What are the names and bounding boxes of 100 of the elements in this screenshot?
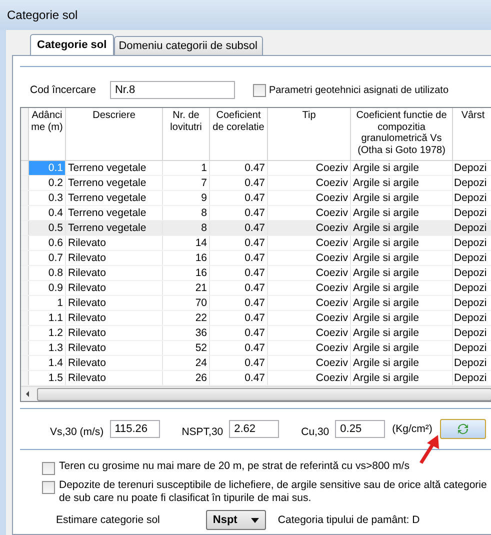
table-cell: Coeziv — [268, 251, 351, 265]
checkbox[interactable] — [42, 481, 55, 494]
column-header[interactable]: Nr. de lovitutri — [163, 108, 210, 160]
table-cell: 0.47 — [210, 191, 268, 205]
table-cell: 1.2 — [29, 326, 66, 340]
table-cell: Argile si argile — [351, 296, 453, 310]
dropdown[interactable]: Nspt — [206, 510, 266, 530]
table-cell: 8 — [163, 221, 210, 235]
refresh-icon — [456, 422, 470, 436]
row-header[interactable] — [21, 221, 29, 235]
refresh-button[interactable] — [440, 419, 486, 439]
tab[interactable]: Domeniu categorii de subsol — [114, 36, 262, 55]
row-header[interactable] — [21, 296, 29, 310]
row-header[interactable] — [21, 161, 29, 175]
table-cell: Depozi — [453, 341, 491, 355]
checkbox[interactable] — [252, 84, 266, 96]
row-header[interactable] — [21, 356, 29, 370]
table-cell: 22 — [163, 311, 210, 325]
checkbox-label: Parametri geotehnici asignati de utilizato — [268, 84, 448, 96]
row-header[interactable] — [21, 326, 29, 340]
table-cell: Depozi — [453, 236, 491, 250]
column-header[interactable]: Adânci me (m) — [29, 108, 66, 160]
table-cell: Rilevato — [66, 326, 163, 340]
table-cell: 21 — [163, 281, 210, 295]
table-cell: Terreno vegetale — [66, 176, 163, 190]
field-label: Estimare categorie sol — [56, 514, 160, 526]
table-cell: 26 — [163, 371, 210, 385]
table-cell: 0.47 — [210, 266, 268, 280]
table-cell: Argile si argile — [351, 176, 453, 190]
table-cell: Rilevato — [66, 356, 163, 370]
table-cell: Argile si argile — [351, 206, 453, 220]
table-cell: 0.47 — [210, 221, 268, 235]
row-header[interactable] — [21, 281, 29, 295]
table-cell: 0.47 — [210, 161, 268, 175]
table-cell: Depozi — [453, 266, 491, 280]
scrollbar-thumb[interactable] — [37, 388, 491, 400]
table-cell: Depozi — [453, 296, 491, 310]
table-cell: 14 — [163, 236, 210, 250]
table-cell: Rilevato — [66, 341, 163, 355]
table-cell: 0.47 — [210, 296, 268, 310]
horizontal-scrollbar[interactable] — [21, 386, 491, 401]
row-header[interactable] — [21, 311, 29, 325]
table-cell: 0.2 — [29, 176, 66, 190]
column-header[interactable]: Coeficient functie de compozitia granulometrică Vs (Otha si Goto 1978) — [351, 108, 453, 160]
scroll-left-icon[interactable] — [24, 390, 32, 398]
table-cell: 24 — [163, 356, 210, 370]
column-header[interactable]: Tip — [268, 108, 351, 160]
table-cell: Argile si argile — [351, 161, 453, 175]
row-header[interactable] — [21, 206, 29, 220]
table-cell: 1.1 — [29, 311, 66, 325]
table-cell: Coeziv — [268, 296, 351, 310]
row-header[interactable] — [21, 176, 29, 190]
table-cell: 7 — [163, 176, 210, 190]
column-header[interactable]: Coeficient de corelatie — [210, 108, 268, 160]
table-cell: 1 — [163, 161, 210, 175]
window-title: Categorie sol — [7, 8, 78, 22]
table-cell: Coeziv — [268, 176, 351, 190]
row-header[interactable] — [21, 108, 29, 160]
table-cell: Rilevato — [66, 266, 163, 280]
caret-icon — [250, 518, 259, 522]
table-cell: 0.7 — [29, 251, 66, 265]
table-cell: Depozi — [453, 176, 491, 190]
tab[interactable]: Categorie sol — [30, 34, 114, 55]
input-field[interactable]: 115.26 — [110, 420, 160, 438]
column-header[interactable]: Vârst — [453, 108, 491, 160]
table-cell: Rilevato — [66, 296, 163, 310]
table-cell: Depozi — [453, 206, 491, 220]
table-cell: 0.47 — [210, 281, 268, 295]
table-cell: Argile si argile — [351, 341, 453, 355]
table-cell: Terreno vegetale — [66, 191, 163, 205]
input-field[interactable]: Nr.8 — [110, 81, 235, 99]
checkbox[interactable] — [42, 462, 55, 475]
table-cell: Rilevato — [66, 251, 163, 265]
table-cell: 0.8 — [29, 266, 66, 280]
row-header[interactable] — [21, 251, 29, 265]
row-header[interactable] — [21, 266, 29, 280]
table-cell: 36 — [163, 326, 210, 340]
table-cell: 0.47 — [210, 311, 268, 325]
table-cell: Depozi — [453, 161, 491, 175]
row-header[interactable] — [21, 191, 29, 205]
field-label: Cu,30 — [301, 426, 330, 438]
input-field[interactable]: 0.25 — [335, 420, 386, 438]
table-cell: Argile si argile — [351, 191, 453, 205]
table-cell: Argile si argile — [351, 371, 453, 385]
input-field[interactable]: 2.62 — [229, 420, 280, 438]
table-cell: Coeziv — [268, 206, 351, 220]
column-header[interactable]: Descriere — [66, 108, 163, 160]
table-cell: 0.47 — [210, 206, 268, 220]
row-header[interactable] — [21, 341, 29, 355]
table-cell: 1.3 — [29, 341, 66, 355]
row-header[interactable] — [21, 236, 29, 250]
table-cell: Argile si argile — [351, 281, 453, 295]
table-cell: 52 — [163, 341, 210, 355]
table-cell: 8 — [163, 206, 210, 220]
row-header[interactable] — [21, 371, 29, 385]
result-text: Categoria tipului de pamânt: D — [278, 514, 420, 526]
unit-label: (Kg/cm²) — [392, 423, 432, 435]
checkbox-label: Teren cu grosime nu mai mare de 20 m, pe strat de referintă cu vs>800 m/s — [59, 460, 410, 473]
table-cell: 9 — [163, 191, 210, 205]
table-cell: Coeziv — [268, 161, 351, 175]
